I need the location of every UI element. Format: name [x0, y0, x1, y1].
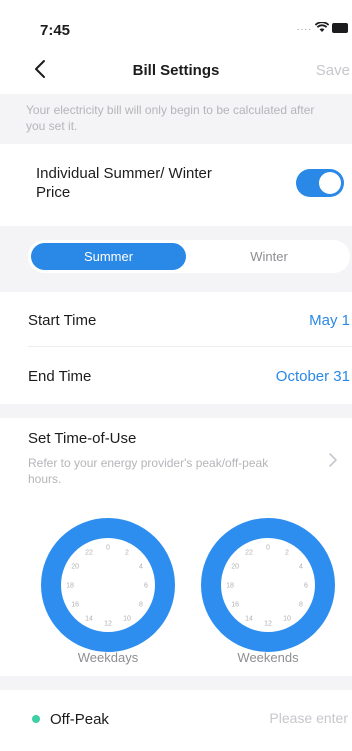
start-time-row[interactable]: Start Time May 1 [0, 292, 352, 348]
hour-label-18: 18 [66, 583, 74, 590]
chevron-right-icon[interactable] [328, 452, 338, 468]
hour-label-14: 14 [85, 615, 93, 622]
weekdays-clock[interactable]: 0 2 4 6 8 10 12 14 16 18 20 22 [41, 518, 175, 652]
save-button[interactable]: Save [316, 62, 350, 79]
hour-label-22: 22 [85, 550, 93, 557]
season-segment-area: Summer Winter [0, 226, 352, 292]
status-bar: 7:45 .... [0, 0, 352, 46]
status-icons: .... [297, 22, 348, 33]
start-time-value[interactable]: May 1 [309, 312, 350, 329]
off-peak-row: Off-Peak [0, 690, 352, 751]
nav-bar: Bill Settings Save [0, 46, 352, 94]
weekdays-hour-labels: 0 2 4 6 8 10 12 14 16 18 20 22 [66, 545, 148, 628]
time-of-use-description: Refer to your energy provider's peak/off… [28, 456, 269, 486]
hour-label-20: 20 [231, 564, 239, 571]
season-segmented-control: Summer Winter [28, 240, 350, 273]
divider [28, 346, 352, 347]
battery-icon [332, 22, 348, 33]
hour-label-18: 18 [226, 583, 234, 590]
wifi-icon [315, 22, 329, 32]
hour-label-8: 8 [299, 602, 303, 609]
weekends-hour-labels: 0 2 4 6 8 10 12 14 16 18 20 22 [226, 545, 308, 628]
tab-winter[interactable]: Winter [194, 243, 344, 270]
weekends-clock-dial: 0 2 4 6 8 10 12 14 16 18 20 22 [201, 518, 335, 652]
off-peak-price-input[interactable] [228, 710, 348, 726]
hour-label-6: 6 [144, 583, 148, 590]
info-notice: Your electricity bill will only begin to… [0, 94, 352, 144]
hour-label-22: 22 [245, 550, 253, 557]
seasonal-price-label: Individual Summer/ Winter Price [36, 165, 212, 201]
hour-label-16: 16 [231, 602, 239, 609]
signal-icon: .... [296, 22, 312, 33]
hour-label-14: 14 [245, 615, 253, 622]
hour-label-4: 4 [299, 564, 303, 571]
weekdays-clock-dial: 0 2 4 6 8 10 12 14 16 18 20 22 [41, 518, 175, 652]
seasonal-price-toggle[interactable] [296, 169, 344, 197]
hour-label-2: 2 [285, 550, 289, 557]
end-time-value[interactable]: October 31 [276, 368, 350, 385]
weekends-label: Weekends [237, 650, 299, 665]
hour-label-10: 10 [123, 615, 131, 622]
start-time-label: Start Time [28, 312, 97, 329]
hour-label-20: 20 [71, 564, 79, 571]
hour-label-8: 8 [139, 602, 143, 609]
off-peak-label: Off-Peak [50, 711, 109, 728]
hour-label-4: 4 [139, 564, 143, 571]
tab-summer[interactable]: Summer [31, 243, 186, 270]
seasonal-price-row: Individual Summer/ Winter Price [0, 144, 352, 226]
page-title: Bill Settings [132, 62, 220, 79]
status-time: 7:45 [40, 22, 71, 39]
hour-label-12: 12 [264, 621, 272, 628]
off-peak-color-dot [32, 715, 40, 723]
weekdays-label: Weekdays [77, 650, 139, 665]
time-of-use-title: Set Time-of-Use [28, 430, 137, 447]
hour-label-16: 16 [71, 602, 79, 609]
time-of-use-section[interactable]: Set Time-of-Use Refer to your energy pro… [0, 418, 352, 676]
season-dates: Start Time May 1 End Time October 31 [0, 292, 352, 404]
hour-label-0: 0 [266, 545, 270, 552]
hour-label-12: 12 [104, 621, 112, 628]
toggle-knob [319, 172, 341, 194]
end-time-label: End Time [28, 368, 92, 385]
hour-label-10: 10 [283, 615, 291, 622]
hour-label-2: 2 [125, 550, 129, 557]
hour-label-0: 0 [106, 545, 110, 552]
end-time-row[interactable]: End Time October 31 [0, 348, 352, 404]
weekends-clock[interactable]: 0 2 4 6 8 10 12 14 16 18 20 22 [201, 518, 335, 652]
hour-label-6: 6 [304, 583, 308, 590]
